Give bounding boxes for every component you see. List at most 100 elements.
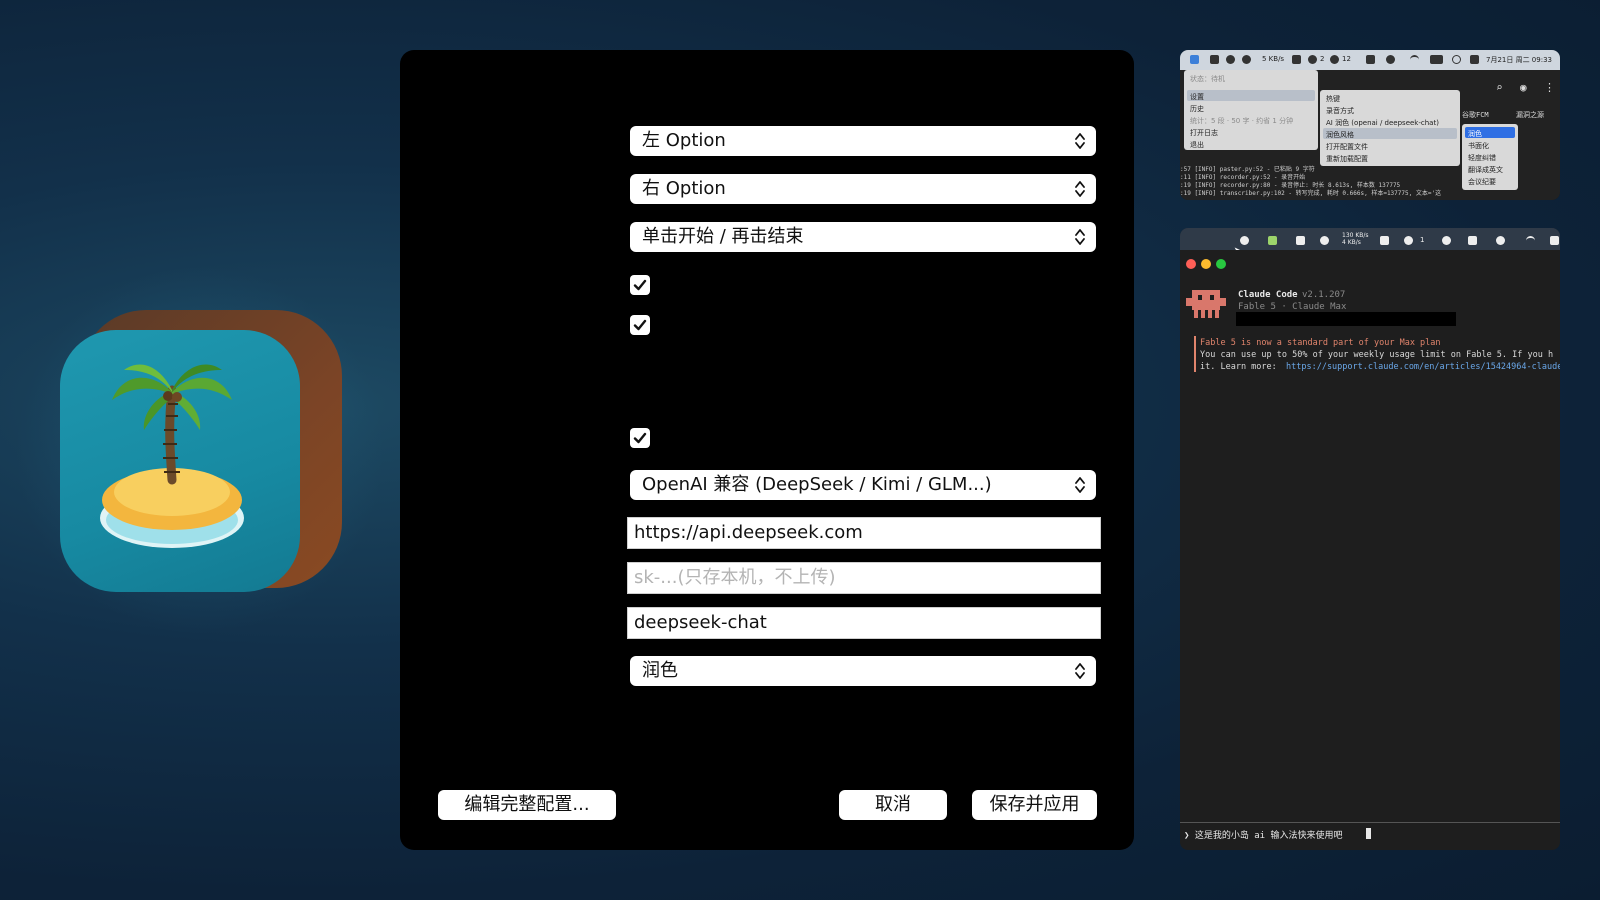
terminal-screenshot-thumbnail: 130 KB/s 4 KB/s 1 ➤ Claude Code v2.1.207… <box>1180 228 1560 850</box>
toggle-icon <box>1386 55 1395 64</box>
submenu-item-ai-polish[interactable]: AI 润色 (openai / deepseek-chat) <box>1326 118 1439 128</box>
style-item-minutes[interactable]: 会议纪要 <box>1468 177 1496 187</box>
wechat-icon <box>1404 236 1413 245</box>
checkmark-icon <box>633 279 647 291</box>
menu-item-stats: 统计：5 段 · 50 字 · 约省 1 分钟 <box>1190 117 1294 125</box>
option-checkbox-2[interactable] <box>630 315 650 335</box>
word-icon <box>1296 236 1305 245</box>
hotkey-right-select[interactable]: 右 Option <box>630 174 1096 204</box>
island-menu: 状态：待机 设置 历史 统计：5 段 · 50 字 · 约省 1 分钟 打开日志… <box>1184 70 1318 150</box>
island-menubar-icon <box>1190 55 1199 64</box>
menubar-datetime: 7月21日 周二 09:33 <box>1486 56 1552 64</box>
api-key-field[interactable]: sk-...(只存本机，不上传) <box>627 562 1101 594</box>
wechat-count: 2 <box>1320 55 1325 63</box>
submenu-item-open-config[interactable]: 打开配置文件 <box>1326 142 1368 152</box>
plan-label: Fable 5 · Claude Max <box>1238 302 1347 312</box>
ai-polish-checkbox[interactable] <box>630 428 650 448</box>
record-mode-select[interactable]: 单击开始 / 再击结束 <box>630 222 1096 252</box>
option-checkbox-1[interactable] <box>630 275 650 295</box>
settings-submenu: 热键 录音方式 AI 润色 (openai / deepseek-chat) 润… <box>1320 90 1460 166</box>
settings-window: 左 Option 右 Option 单击开始 / 再击结束 OpenAI 兼容 … <box>400 50 1134 850</box>
record-icon: ◉ <box>1520 81 1527 94</box>
hotkey-left-select[interactable]: 左 Option <box>630 126 1096 156</box>
submenu-item-reload[interactable]: 重新加载配置 <box>1326 154 1368 164</box>
menu-item-quit[interactable]: 退出 <box>1190 140 1204 150</box>
select-arrows-icon <box>1075 181 1085 197</box>
style-item-polish[interactable]: 润色 <box>1468 129 1482 139</box>
save-apply-button[interactable]: 保存并应用 <box>972 790 1097 820</box>
redacted-bar <box>1236 312 1456 326</box>
minimize-icon[interactable] <box>1201 259 1211 269</box>
hotkey-left-value: 左 Option <box>642 130 726 151</box>
style-value: 润色 <box>642 660 678 681</box>
compass-icon <box>1242 55 1251 64</box>
menu-item-settings[interactable]: 设置 <box>1190 92 1204 102</box>
style-select[interactable]: 润色 <box>630 656 1096 686</box>
zoom-icon[interactable] <box>1216 259 1226 269</box>
record-mode-value: 单击开始 / 再击结束 <box>642 226 804 247</box>
more-icon: ⋮ <box>1544 81 1555 94</box>
select-arrows-icon <box>1075 133 1085 149</box>
shield-icon <box>1380 236 1389 245</box>
style-item-formal[interactable]: 书面化 <box>1468 141 1489 151</box>
prompt-input[interactable]: ❯ 这是我的小岛 ai 输入法快来使用吧 <box>1184 828 1343 841</box>
vpn-icon <box>1226 55 1235 64</box>
island-app-icon <box>60 330 300 592</box>
word-icon <box>1210 55 1219 64</box>
submenu-item-record-mode[interactable]: 录音方式 <box>1326 106 1354 116</box>
text-cursor <box>1366 828 1371 839</box>
compass-icon <box>1320 236 1329 245</box>
style-item-translate[interactable]: 翻译成英文 <box>1468 165 1503 175</box>
wechat-count: 1 <box>1420 236 1425 244</box>
island-menubar-icon <box>1268 236 1277 245</box>
notice-title: Fable 5 is now a standard part of your M… <box>1200 338 1441 348</box>
battery-icon <box>1430 55 1443 64</box>
search-icon: ⌕ <box>1496 81 1503 94</box>
shield-icon <box>1292 55 1301 64</box>
wifi-icon <box>1526 236 1535 245</box>
sync-icon <box>1442 236 1451 245</box>
control-center-icon <box>1470 55 1479 64</box>
sync-count: 12 <box>1342 55 1351 63</box>
battery-icon <box>1550 236 1559 245</box>
search-icon <box>1452 55 1461 64</box>
provider-value: OpenAI 兼容 (DeepSeek / Kimi / GLM...) <box>642 474 992 495</box>
wifi-icon <box>1410 55 1419 64</box>
submenu-item-style[interactable]: 润色风格 <box>1326 130 1354 140</box>
cancel-button[interactable]: 取消 <box>839 790 947 820</box>
menu-status: 状态：待机 <box>1190 75 1225 83</box>
checkmark-icon <box>633 319 647 331</box>
edit-config-button[interactable]: 编辑完整配置... <box>438 790 616 820</box>
select-arrows-icon <box>1075 229 1085 245</box>
sync-icon <box>1330 55 1339 64</box>
checkmark-icon <box>633 432 647 444</box>
toggle-icon <box>1496 236 1505 245</box>
record-icon <box>1240 236 1249 245</box>
app-name: Claude Code <box>1238 290 1298 300</box>
base-url-field[interactable]: https://api.deepseek.com <box>627 517 1101 549</box>
notion-icon <box>1366 55 1375 64</box>
menu-item-history[interactable]: 历史 <box>1190 104 1204 114</box>
select-arrows-icon <box>1075 477 1085 493</box>
style-submenu: 润色 书面化 轻度纠错 翻译成英文 会议纪要 <box>1462 124 1518 190</box>
right-label-2: 漏洞之源 <box>1516 111 1544 119</box>
style-item-light-fix[interactable]: 轻度纠错 <box>1468 153 1496 163</box>
menu-screenshot-thumbnail: 5 KB/s 2 12 7月21日 周二 09:33 ⌕ ◉ ⋮ 谷歌FCM 漏… <box>1180 50 1560 200</box>
prompt-divider <box>1180 822 1560 823</box>
hotkey-right-value: 右 Option <box>642 178 726 199</box>
close-icon[interactable] <box>1186 259 1196 269</box>
select-arrows-icon <box>1075 663 1085 679</box>
notice-rule <box>1194 336 1196 372</box>
notice-line: You can use up to 50% of your weekly usa… <box>1200 350 1554 360</box>
right-label-1: 谷歌FCM <box>1462 111 1489 119</box>
menu-item-open-log[interactable]: 打开日志 <box>1190 128 1218 138</box>
log-line: :19 [INFO] transcriber.py:102 - 转写完成, 耗时… <box>1180 190 1442 197</box>
model-field[interactable]: deepseek-chat <box>627 607 1101 639</box>
terminal-titlebar <box>1180 250 1560 274</box>
submenu-item-hotkey[interactable]: 热键 <box>1326 94 1340 104</box>
network-speed: 5 KB/s <box>1262 55 1285 63</box>
notice-link[interactable]: https://support.claude.com/en/articles/1… <box>1286 362 1560 372</box>
network-speed: 130 KB/s 4 KB/s <box>1342 232 1369 246</box>
app-icon <box>0 250 400 650</box>
provider-select[interactable]: OpenAI 兼容 (DeepSeek / Kimi / GLM...) <box>630 470 1096 500</box>
